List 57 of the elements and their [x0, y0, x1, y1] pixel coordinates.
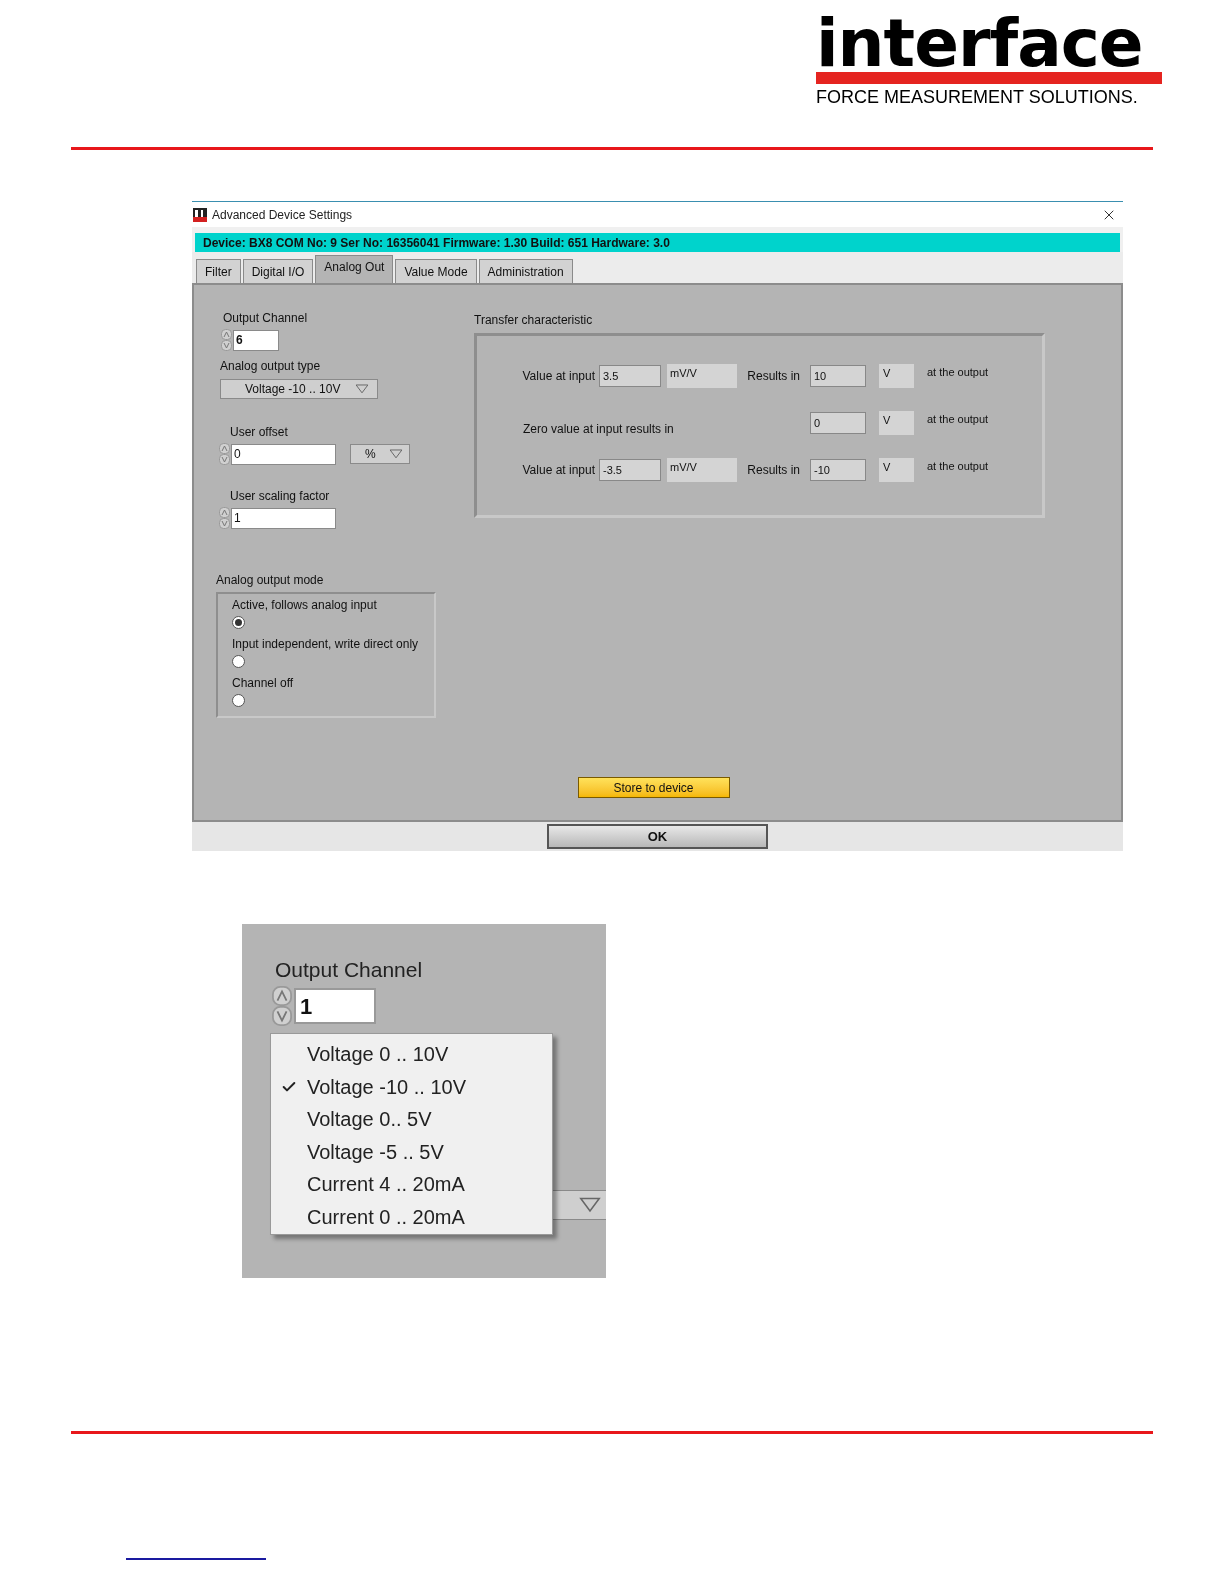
tab[interactable]: Value Mode [395, 259, 477, 283]
field-label: User offset [229, 424, 289, 441]
radio-label: Active, follows analog input [232, 597, 378, 614]
unit-display: mV/V [667, 458, 737, 482]
menu-item[interactable]: Voltage -10 .. 10V [271, 1070, 552, 1103]
ok-button[interactable]: OK [547, 824, 768, 849]
row-label: Zero value at input results in [522, 421, 675, 438]
dropdown-arrow-icon [389, 449, 403, 459]
group-label: Analog output mode [216, 572, 325, 589]
row-suffix: at the output [927, 459, 989, 474]
unit-display: V [879, 458, 914, 482]
spinner-arrows-icon[interactable] [272, 986, 292, 1026]
menu-item[interactable]: Voltage -5 .. 5V [271, 1135, 552, 1168]
row-label: Results in [746, 368, 801, 385]
unit-display: mV/V [667, 364, 737, 388]
company-logo: interface FORCE MEASUREMENT SOLUTIONS. [816, 14, 1162, 108]
row-suffix: at the output [927, 412, 989, 427]
menu-item[interactable]: Voltage 0.. 5V [271, 1103, 552, 1136]
row-label: Value at input [521, 368, 596, 385]
radio-label: Channel off [232, 675, 295, 692]
output-value-field[interactable]: -10 [810, 459, 866, 481]
number-field[interactable]: 1 [231, 507, 336, 529]
field-label: Output Channel [222, 310, 309, 327]
menu-item[interactable]: Current 0 .. 20mA [271, 1200, 552, 1233]
number-field[interactable]: 6 [233, 329, 279, 351]
radio-button[interactable] [232, 616, 245, 629]
row-label: Value at input [521, 462, 596, 479]
field-label: Output Channel [275, 957, 423, 983]
dropdown-arrow-icon [579, 1197, 601, 1213]
row-label: Results in [746, 462, 801, 479]
menu-item[interactable]: Voltage 0 .. 10V [271, 1038, 552, 1071]
tab[interactable]: Administration [478, 259, 573, 283]
field-label: Analog output type [219, 358, 322, 375]
group-label: Transfer characteristic [474, 312, 594, 329]
device-info-bar: Device: BX8 COM No: 9 Ser No: 16356041 Firmware: 1.30 Build: 651 Hardware: 3.0 [195, 233, 1120, 252]
number-field[interactable]: 0 [231, 443, 336, 465]
input-value-field[interactable]: -3.5 [599, 459, 661, 481]
radio-label: Input independent, write direct only [232, 636, 420, 653]
window-title: Advanced Device Settings [212, 206, 353, 224]
output-type-dropdown[interactable]: Voltage -10 .. 10V [220, 379, 378, 399]
input-value-field[interactable]: 3.5 [599, 365, 661, 387]
output-value-field[interactable]: 10 [810, 365, 866, 387]
radio-button[interactable] [232, 655, 245, 668]
tab[interactable]: Digital I/O [242, 259, 314, 283]
radio-button[interactable] [232, 694, 245, 707]
unit-display: V [879, 364, 914, 388]
unit-display: V [879, 411, 914, 435]
row-suffix: at the output [927, 365, 989, 380]
unit-dropdown[interactable]: % [350, 444, 410, 464]
tab[interactable]: Filter [196, 259, 241, 283]
tab[interactable]: Analog Out [315, 255, 394, 283]
menu-item[interactable]: Current 4 .. 20mA [271, 1168, 552, 1201]
number-field[interactable]: 1 [294, 988, 376, 1024]
output-value-field[interactable]: 0 [810, 412, 866, 434]
dropdown-arrow-icon [355, 384, 369, 394]
field-label: User scaling factor [229, 488, 331, 505]
store-to-device-button[interactable]: Store to device [577, 777, 730, 798]
